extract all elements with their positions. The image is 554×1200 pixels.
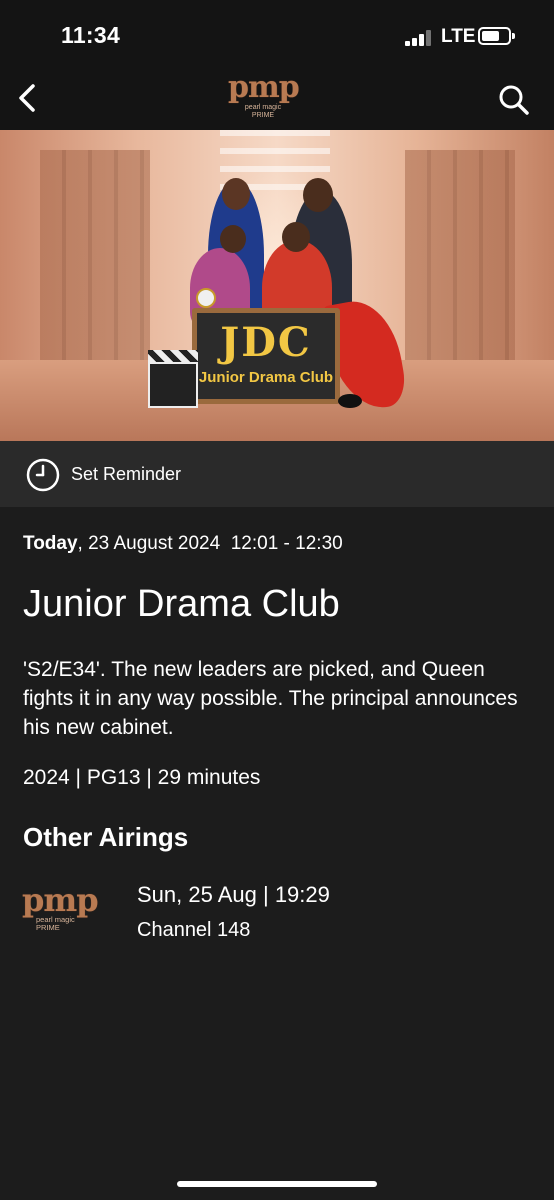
board-title: JDC xyxy=(220,319,312,366)
channel-logo: pmp pearl magic PRIME xyxy=(228,72,328,128)
status-time: 11:34 xyxy=(61,22,121,48)
program-meta: 2024 | PG13 | 29 minutes xyxy=(23,766,261,789)
clock-icon xyxy=(25,457,61,493)
logo-line2: PRIME xyxy=(36,923,60,932)
program-title: Junior Drama Club xyxy=(23,583,340,625)
other-airings-heading: Other Airings xyxy=(23,822,189,852)
chevron-left-icon[interactable] xyxy=(8,76,48,120)
alarm-clock-icon xyxy=(196,288,216,308)
board-subtitle: Junior Drama Club xyxy=(198,369,334,386)
logo-line1: pearl magic xyxy=(244,104,282,111)
day-label: Today xyxy=(23,533,78,554)
status-bar: 11:34 LTE xyxy=(0,0,554,70)
network-type: LTE xyxy=(441,26,476,47)
other-airing-channel: Channel 148 xyxy=(137,919,251,941)
logo-line2: PRIME xyxy=(251,112,275,119)
program-synopsis: 'S2/E34'. The new leaders are picked, an… xyxy=(23,658,518,739)
channel-logo: pmp pearl magic PRIME xyxy=(22,884,118,942)
clapperboard-icon xyxy=(148,350,198,408)
set-reminder-label: Set Reminder xyxy=(71,464,182,484)
logo-letters: pmp xyxy=(22,881,99,919)
set-reminder-button[interactable]: Set Reminder xyxy=(0,441,554,507)
search-icon[interactable] xyxy=(494,80,534,120)
microphone-icon xyxy=(338,394,362,408)
logo-letters: pmp xyxy=(228,70,300,105)
other-airing-item[interactable]: pmp pearl magic PRIME Sun, 25 Aug | 19:2… xyxy=(0,870,554,960)
nav-bar: pmp pearl magic PRIME xyxy=(0,70,554,130)
other-airing-time: Sun, 25 Aug | 19:29 xyxy=(137,882,330,907)
battery-icon xyxy=(478,27,515,45)
signal-strength-icon xyxy=(405,30,435,46)
date-time-text: , 23 August 2024 12:01 - 12:30 xyxy=(77,533,343,554)
home-indicator[interactable] xyxy=(177,1181,377,1187)
program-artwork: JDC Junior Drama Club xyxy=(0,130,554,441)
chalkboard-logo: JDC Junior Drama Club xyxy=(192,308,340,404)
airing-date-time: Today, 23 August 2024 12:01 - 12:30 xyxy=(23,533,343,555)
